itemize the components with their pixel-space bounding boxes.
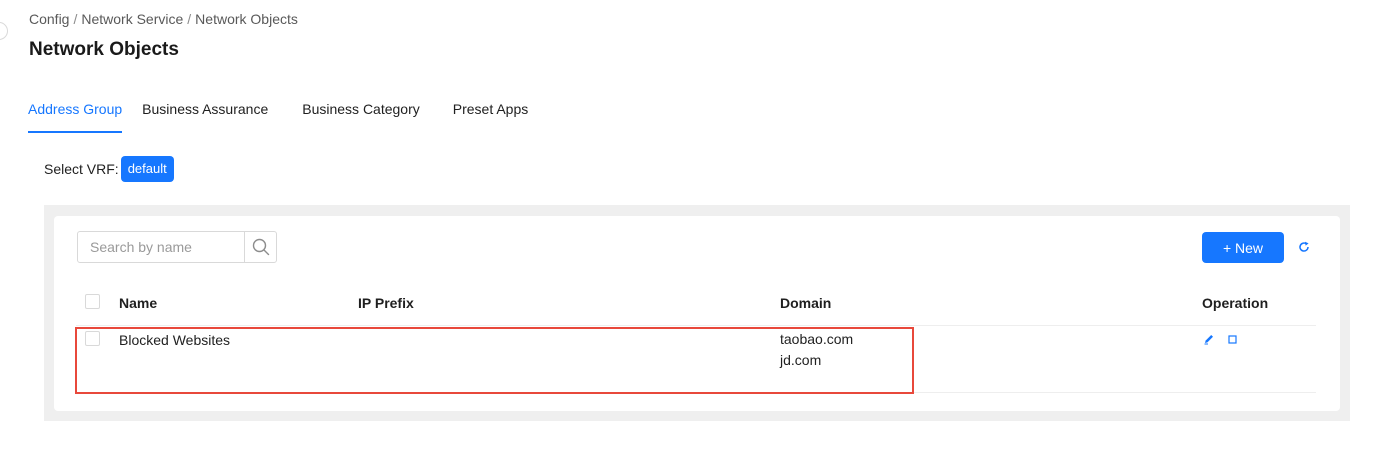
tab-business-category[interactable]: Business Category	[302, 100, 420, 133]
tab-preset-apps[interactable]: Preset Apps	[453, 100, 529, 133]
page-title: Network Objects	[29, 39, 179, 60]
breadcrumb-item-network-service[interactable]: Network Service	[81, 11, 183, 27]
domain-item: taobao.com	[780, 331, 854, 347]
refresh-icon	[1299, 241, 1309, 252]
breadcrumb-separator: /	[73, 11, 78, 27]
search-button[interactable]	[244, 232, 276, 262]
vrf-selector: Select VRF: default	[44, 156, 174, 182]
table-card: + New Name IP Prefix Domain Operation Bl…	[54, 216, 1340, 411]
search-input[interactable]	[78, 232, 244, 262]
column-header-ip-prefix: IP Prefix	[358, 295, 414, 311]
vrf-default-button[interactable]: default	[120, 156, 174, 182]
column-header-domain: Domain	[780, 295, 832, 311]
breadcrumb-separator: /	[187, 11, 192, 27]
row-checkbox[interactable]	[85, 331, 100, 346]
delete-button[interactable]	[1226, 333, 1238, 345]
column-header-name[interactable]: Name	[119, 295, 157, 311]
search-box	[77, 231, 277, 263]
tab-address-group[interactable]: Address Group	[28, 100, 123, 133]
delete-icon	[1227, 334, 1237, 344]
tab-business-assurance[interactable]: Business Assurance	[142, 100, 268, 133]
breadcrumb-item-config[interactable]: Config	[29, 11, 69, 27]
content-panel: + New Name IP Prefix Domain Operation Bl…	[44, 205, 1350, 421]
table-row: Blocked Websites taobao.com jd.com	[76, 326, 1316, 393]
refresh-button[interactable]	[1297, 240, 1311, 254]
select-all-checkbox[interactable]	[85, 294, 100, 309]
collapse-handle[interactable]	[0, 22, 8, 40]
domain-item: jd.com	[780, 352, 822, 368]
tab-bar: Address Group Business Assurance Busines…	[28, 100, 528, 133]
edit-icon	[1204, 335, 1213, 345]
breadcrumb: Config / Network Service / Network Objec…	[29, 11, 298, 27]
vrf-label: Select VRF:	[44, 161, 119, 177]
edit-button[interactable]	[1202, 332, 1216, 346]
row-name: Blocked Websites	[119, 332, 231, 348]
page: Config / Network Service / Network Objec…	[0, 0, 1389, 472]
table-header: Name IP Prefix Domain Operation	[76, 288, 1316, 326]
search-icon	[252, 238, 269, 256]
row-domain: taobao.com jd.com	[780, 329, 853, 371]
new-button[interactable]: + New	[1202, 232, 1284, 263]
breadcrumb-item-network-objects: Network Objects	[195, 11, 298, 27]
column-header-operation: Operation	[1202, 295, 1269, 311]
